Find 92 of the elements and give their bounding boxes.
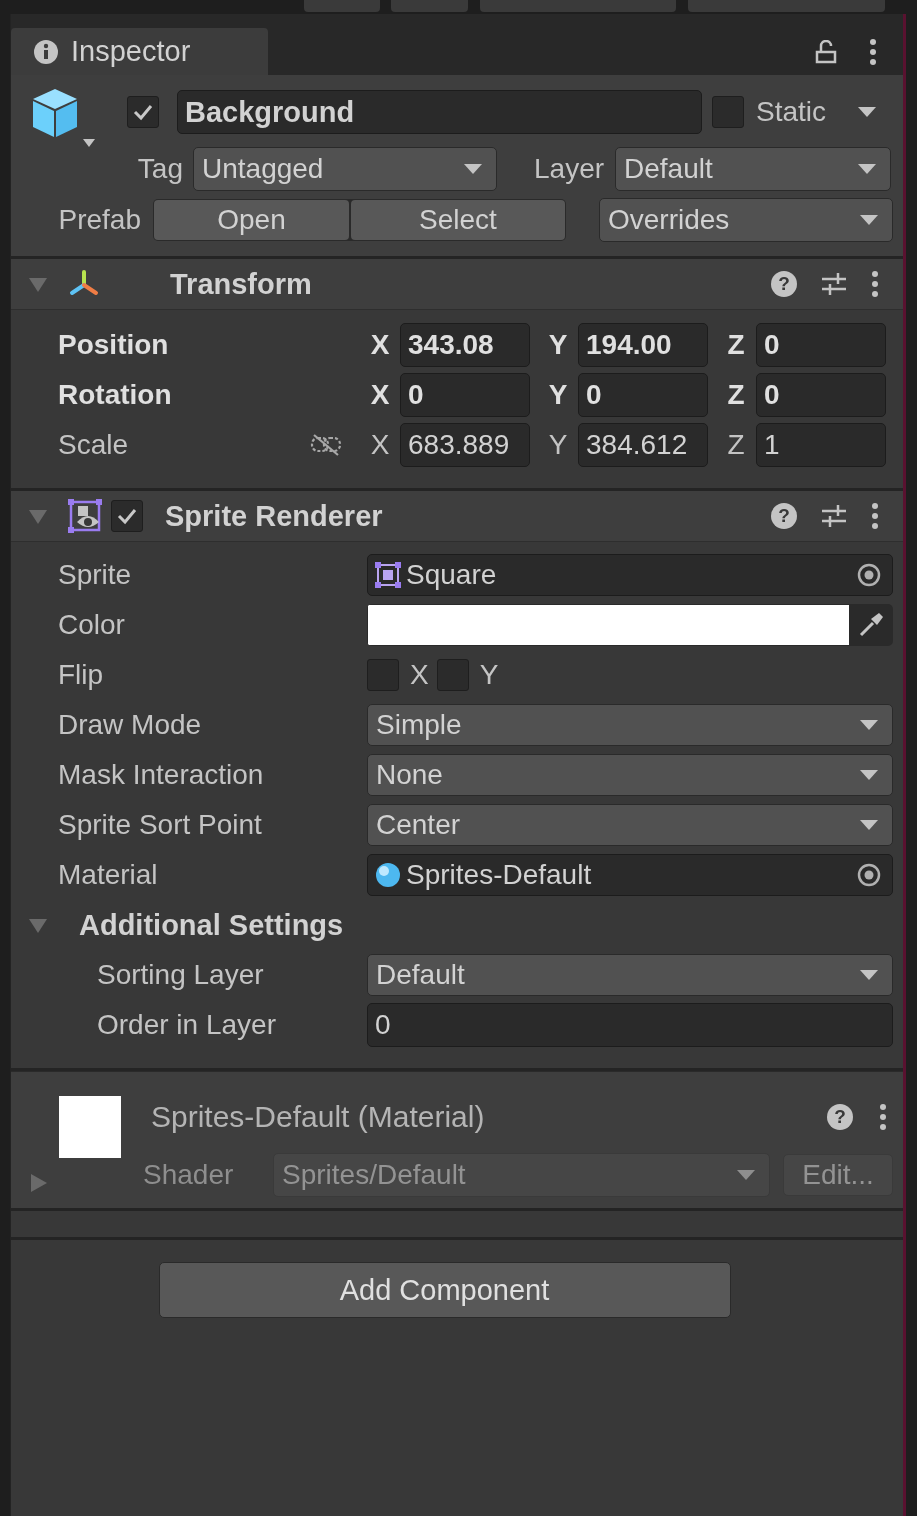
axis-label: X [369, 379, 391, 411]
flip-checkbox[interactable] [436, 659, 469, 691]
caret-icon [858, 163, 877, 175]
more-options-icon[interactable] [871, 270, 879, 298]
property-label: Flip [58, 659, 105, 691]
property-label: Scale [58, 429, 130, 461]
layer-dropdown[interactable]: Default [615, 147, 892, 191]
caret-icon [860, 719, 878, 731]
foldout-label[interactable]: Additional Settings [79, 908, 344, 942]
target-icon[interactable] [856, 862, 882, 888]
component-title: Sprite Renderer [165, 499, 383, 533]
active-checkbox[interactable] [127, 96, 159, 128]
target-icon[interactable] [856, 562, 882, 588]
caret-icon [860, 214, 878, 226]
dropdown[interactable]: Center [367, 804, 893, 846]
tag-label: Tag [136, 153, 183, 185]
property-label: Mask Interaction [58, 759, 265, 791]
object-field[interactable]: Sprites-Default [367, 854, 893, 896]
caret-icon [464, 163, 482, 175]
property-label: Sprite [58, 559, 133, 591]
caret-icon [860, 819, 878, 831]
prefab-label: Prefab [57, 204, 141, 236]
caret-icon [858, 106, 877, 118]
axis-label: Z [726, 429, 746, 461]
add-component-button[interactable]: Add Component [158, 1262, 731, 1318]
material-title: Sprites-Default (Material) [151, 1100, 485, 1134]
inspector-tab[interactable]: Inspector [11, 28, 268, 75]
lock-icon[interactable] [815, 39, 837, 64]
checkbox-label: Y [479, 659, 499, 691]
help-button[interactable]: ? [771, 503, 797, 529]
sprite-renderer-icon [67, 498, 103, 534]
property-label: Position [58, 329, 170, 361]
property-label: Draw Mode [58, 709, 203, 741]
dropdown[interactable]: None [367, 754, 893, 796]
checkmark-icon [132, 103, 154, 121]
property-label: Material [58, 859, 159, 891]
sliders-icon[interactable] [821, 504, 847, 528]
number-field[interactable]: 384.612 [578, 423, 708, 467]
component-title: Transform [170, 267, 312, 301]
open-button[interactable]: Open [154, 200, 349, 240]
sphere-icon [374, 861, 402, 889]
dropdown[interactable]: Simple [367, 704, 893, 746]
static-checkbox[interactable] [712, 96, 744, 128]
number-field[interactable]: 194.00 [578, 323, 708, 367]
number-field[interactable]: 343.08 [400, 323, 530, 367]
shader-label: Shader [143, 1159, 235, 1191]
axis-label: Y [547, 329, 569, 361]
layer-label: Layer [534, 153, 605, 185]
caret-icon [860, 969, 878, 981]
object-field[interactable]: Square [367, 554, 893, 596]
number-field[interactable]: 0 [578, 373, 708, 417]
axis-label: X [369, 329, 391, 361]
number-field[interactable]: 0 [756, 373, 886, 417]
checkbox-label: X [410, 659, 429, 691]
axis-label: Y [547, 379, 569, 411]
number-field[interactable]: 0 [756, 323, 886, 367]
more-options-icon[interactable] [869, 37, 877, 66]
broken-link-icon[interactable] [310, 433, 342, 457]
help-button[interactable]: ? [827, 1104, 853, 1130]
help-button[interactable]: ? [771, 271, 797, 297]
property-label: Color [58, 609, 126, 641]
eyedropper-icon[interactable] [857, 611, 885, 639]
tag-dropdown[interactable]: Untagged [193, 147, 497, 191]
more-options-icon[interactable] [871, 502, 879, 530]
sliders-icon[interactable] [821, 272, 847, 296]
checkmark-icon [116, 507, 138, 525]
property-label: Rotation [58, 379, 173, 411]
info-icon [33, 38, 59, 65]
caret-icon [860, 769, 878, 781]
more-options-icon[interactable] [879, 1103, 887, 1131]
property-label: Sprite Sort Point [58, 809, 263, 841]
axis-label: Z [726, 329, 746, 361]
number-field[interactable]: 0 [367, 1003, 893, 1047]
select-button[interactable]: Select [351, 200, 565, 240]
static-label: Static [756, 96, 827, 128]
dropdown[interactable]: Default [367, 954, 893, 996]
number-field[interactable]: 683.889 [400, 423, 530, 467]
axis-label: Z [726, 379, 746, 411]
property-label: Order in Layer [97, 1009, 277, 1041]
caret-icon [737, 1169, 755, 1181]
property-label: Sorting Layer [97, 959, 265, 991]
enabled-checkbox[interactable] [111, 500, 143, 532]
material-preview [59, 1096, 121, 1158]
number-field[interactable]: 0 [400, 373, 530, 417]
flip-checkbox[interactable] [367, 659, 399, 691]
axis-label: Y [547, 429, 569, 461]
sprite-icon [374, 561, 402, 589]
overrides-dropdown[interactable]: Overrides [599, 198, 893, 242]
color-field[interactable] [368, 605, 849, 645]
axis-label: X [369, 429, 391, 461]
number-field[interactable]: 1 [756, 423, 886, 467]
name-field[interactable]: Background [177, 90, 702, 134]
